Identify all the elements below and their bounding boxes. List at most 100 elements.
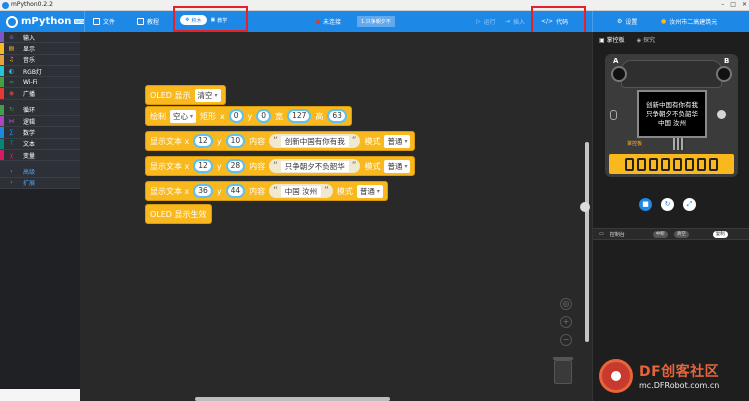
show-text-block[interactable]: 显示文本 x 12 y 10 内容 “ 创新中国有你有我 ” 模式 普通 xyxy=(145,131,416,151)
board-button-b[interactable] xyxy=(716,66,732,82)
category-color-bar xyxy=(0,65,4,77)
sidebar-item-category[interactable]: T 文本 xyxy=(0,138,80,150)
file-menu[interactable]: 文件 xyxy=(93,11,115,32)
button-a-label: A xyxy=(613,57,619,65)
category-color-bar xyxy=(0,149,4,161)
block-workspace[interactable]: OLED 显示 清空 绘制 空心 矩形 x 0 y 0 宽 127 高 63 显… xyxy=(80,32,592,401)
logo-icon xyxy=(6,15,18,28)
console-clear-button[interactable]: 清空 xyxy=(673,230,689,238)
console-icon: ▭ xyxy=(599,231,604,237)
oled-clear-block[interactable]: OLED 显示 清空 xyxy=(145,85,226,105)
sidebar-item-category[interactable]: ⋈ 逻辑 xyxy=(0,116,80,128)
sidebar-item-category[interactable]: ≈ Wi-Fi xyxy=(0,77,80,89)
account-button[interactable]: ● 汝州市二高建筑元 xyxy=(661,11,717,32)
device-selector[interactable]: 1.只争朝夕不 xyxy=(357,16,395,27)
console-label: 控制台 xyxy=(609,231,625,238)
close-button[interactable]: ✕ xyxy=(742,0,747,10)
category-icon: ▤ xyxy=(8,44,15,52)
y-input[interactable]: 44 xyxy=(225,184,246,198)
x-input[interactable]: 12 xyxy=(193,134,213,148)
zoom-out-icon[interactable]: − xyxy=(560,334,572,346)
account-name: 汝州市二高建筑元 xyxy=(669,19,718,26)
console-interrupt-button[interactable]: 中断 xyxy=(652,230,668,238)
panel-tabs: ▣ 掌控板 ◈ 探究 xyxy=(593,32,749,46)
category-label: 扩展 xyxy=(23,180,36,188)
sidebar-item-category[interactable]: ∑ 数学 xyxy=(0,127,80,139)
board-simulator: A B 创新中国有你有我 只争朝夕不负韶华 中国 汝州 掌控板 xyxy=(605,54,738,177)
sidebar-item-category[interactable]: ⊕ 输入 xyxy=(0,32,80,44)
sidebar-item-category[interactable]: ♫ 音乐 xyxy=(0,54,80,66)
recenter-icon[interactable]: ◎ xyxy=(560,298,572,310)
console-copy-toggle[interactable]: 复制 xyxy=(712,230,728,238)
category-extensions[interactable]: › 扩展 xyxy=(0,177,80,189)
y-label: y xyxy=(216,136,222,146)
text-input[interactable]: 只争朝夕不负韶华 xyxy=(280,160,349,172)
workspace-horizontal-scrollbar[interactable] xyxy=(195,397,390,401)
mode-dropdown[interactable]: 普通 xyxy=(384,159,411,173)
tutorial-menu[interactable]: 教程 xyxy=(137,11,159,32)
user-icon: ● xyxy=(661,18,667,25)
category-icon: ≈ xyxy=(8,78,15,86)
trash-icon[interactable] xyxy=(553,357,573,384)
show-text-block[interactable]: 显示文本 x 12 y 28 内容 “ 只争朝夕不负韶华 ” 模式 普通 xyxy=(145,156,416,176)
width-input[interactable]: 127 xyxy=(287,109,312,123)
text-input[interactable]: 创新中国有你有我 xyxy=(280,135,349,147)
oled-line: 创新中国有你有我 xyxy=(646,100,698,109)
run-button[interactable]: ▷ 运行 xyxy=(476,11,496,32)
window-controls: – □ ✕ xyxy=(721,0,747,10)
toolbar-divider xyxy=(592,11,593,32)
mode-dropdown[interactable]: 普通 xyxy=(356,184,383,198)
y-label: y xyxy=(216,186,222,196)
quote-close: ” xyxy=(351,136,357,146)
height-input[interactable]: 63 xyxy=(327,109,347,123)
category-color-bar xyxy=(0,138,4,149)
maximize-button[interactable]: □ xyxy=(730,0,736,10)
chevron-right-icon: › xyxy=(10,167,13,175)
board-button-a[interactable] xyxy=(611,66,627,82)
fill-dropdown[interactable]: 空心 xyxy=(170,109,197,123)
mode-dropdown[interactable]: 普通 xyxy=(384,134,411,148)
workspace-scroll-handle[interactable] xyxy=(580,202,590,212)
stop-icon[interactable]: ■ xyxy=(639,198,652,211)
import-button[interactable]: ⇥ 插入 xyxy=(505,11,525,32)
text-input[interactable]: 中国 汝州 xyxy=(280,185,322,197)
board-gold-edge xyxy=(609,154,734,174)
sidebar-item-category[interactable]: χ 变量 xyxy=(0,149,80,162)
minimize-button[interactable]: – xyxy=(721,0,724,10)
x-input[interactable]: 36 xyxy=(193,184,213,198)
device-name: 1.只争朝夕不 xyxy=(361,19,391,25)
text-string-block[interactable]: “ 创新中国有你有我 ” xyxy=(269,134,361,148)
oled-show-block[interactable]: OLED 显示生效 xyxy=(145,204,212,224)
draw-rect-block[interactable]: 绘制 空心 矩形 x 0 y 0 宽 127 高 63 xyxy=(145,106,352,126)
zoom-in-icon[interactable]: + xyxy=(560,316,572,328)
x-label: x xyxy=(220,111,225,121)
category-icon: ∑ xyxy=(9,129,14,137)
category-icon: χ xyxy=(9,151,14,159)
category-icon: T xyxy=(9,140,14,148)
tab-board[interactable]: ▣ 掌控板 xyxy=(599,35,625,44)
y-input[interactable]: 28 xyxy=(225,159,246,173)
workspace-vertical-scrollbar[interactable] xyxy=(585,142,589,342)
board-brand: 掌控板 xyxy=(627,141,643,147)
y-input[interactable]: 0 xyxy=(256,109,272,123)
clear-dropdown[interactable]: 清空 xyxy=(194,88,221,102)
fullscreen-icon[interactable]: ⤢ xyxy=(683,198,696,211)
text-string-block[interactable]: “ 只争朝夕不负韶华 ” xyxy=(269,159,361,173)
category-icon: ◉ xyxy=(8,90,15,98)
sidebar-item-category[interactable]: ◐ RGB灯 xyxy=(0,65,80,78)
y-input[interactable]: 10 xyxy=(225,134,246,148)
sidebar-item-category[interactable]: ◉ 广播 xyxy=(0,88,80,100)
category-advanced[interactable]: › 高级 xyxy=(0,166,80,178)
file-icon xyxy=(93,18,100,25)
refresh-icon[interactable]: ↻ xyxy=(661,198,674,211)
sidebar-item-category[interactable]: ▤ 显示 xyxy=(0,43,80,55)
x-input[interactable]: 12 xyxy=(193,159,213,173)
settings-button[interactable]: ⚙ 设置 xyxy=(617,11,637,32)
sidebar-item-category[interactable]: ↻ 循环 xyxy=(0,104,80,117)
x-input[interactable]: 0 xyxy=(228,109,244,123)
show-text-block[interactable]: 显示文本 x 36 y 44 内容 “ 中国 汝州 ” 模式 普通 xyxy=(145,181,388,201)
block-label: 显示文本 x xyxy=(150,186,190,196)
category-icon: ⋈ xyxy=(8,117,15,125)
text-string-block[interactable]: “ 中国 汝州 ” xyxy=(269,184,333,198)
tab-explore[interactable]: ◈ 探究 xyxy=(637,35,656,44)
